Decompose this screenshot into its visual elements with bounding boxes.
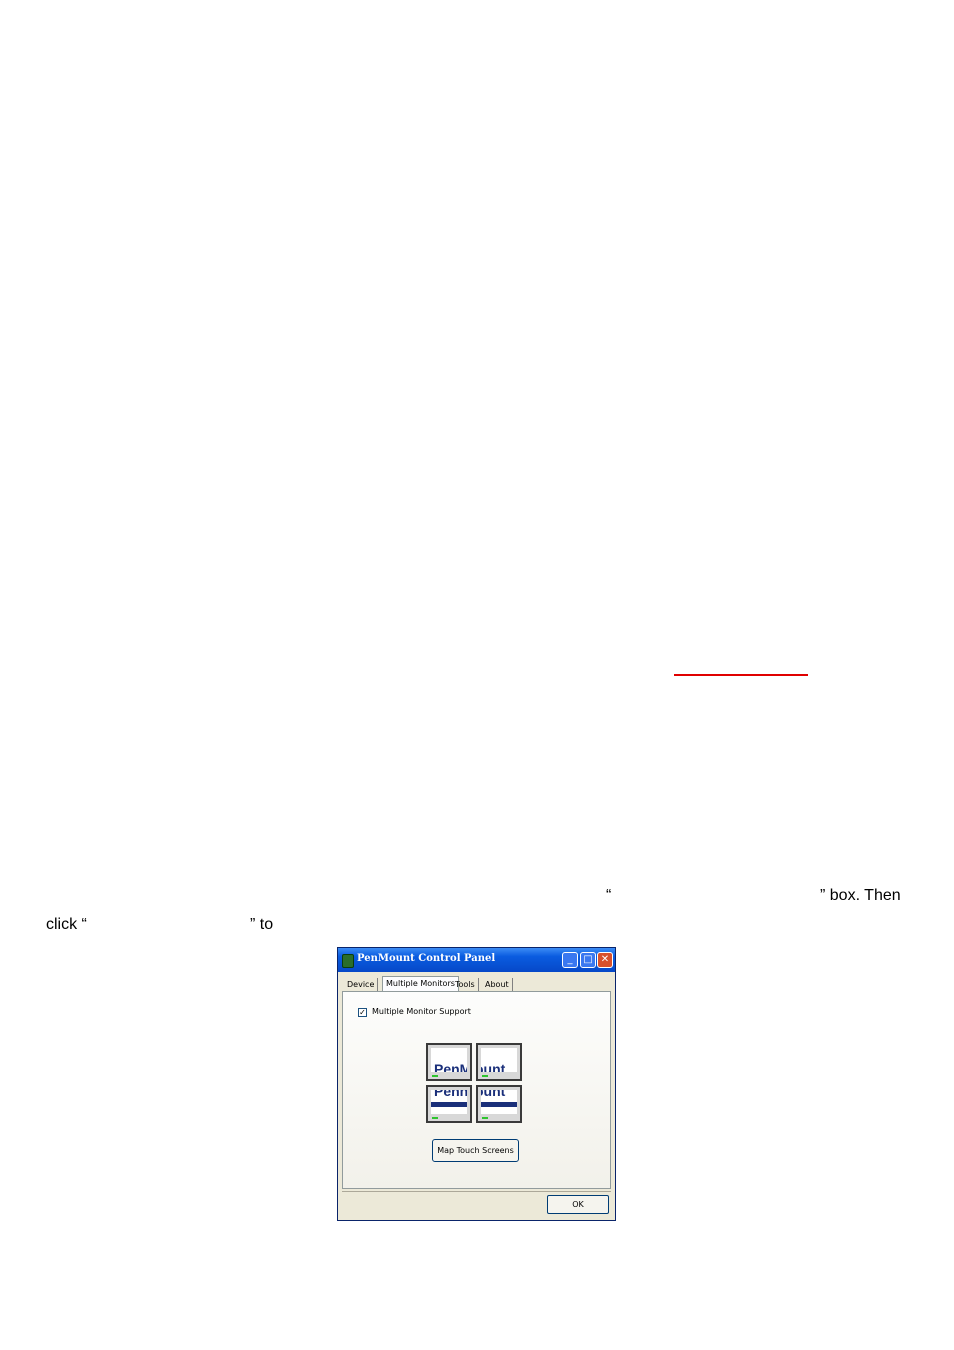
tab-about[interactable]: About [482,978,513,992]
tab-multiple-monitors[interactable]: Multiple Monitors [382,976,459,992]
ok-button[interactable]: OK [547,1195,609,1214]
monitor-top-right-icon: ount [476,1043,522,1081]
close-button[interactable]: ✕ [597,952,613,968]
monitor-bottom-right-icon: ount [476,1085,522,1123]
separator [342,1191,611,1192]
monitor-bottom-left-icon: Penn [426,1085,472,1123]
monitor-top-left-icon: PenM [426,1043,472,1081]
app-icon [342,954,354,968]
line2-tail-text: ” to [250,916,274,933]
tab-panel: ✓ Multiple Monitor Support PenM ount Pen… [342,991,611,1189]
red-underline [674,674,808,676]
window-title: PenMount Control Panel [357,953,496,964]
monitor-layout-image: PenM ount Penn ount [426,1043,524,1126]
multiple-monitor-label[interactable]: Multiple Monitor Support [372,1007,471,1016]
title-bar[interactable]: PenMount Control Panel _ □ ✕ [338,948,615,972]
line1-tail-text: ” box. Then [820,887,901,904]
line2-text: click “ [46,916,87,933]
penmount-control-panel-dialog: PenMount Control Panel _ □ ✕ Device Mult… [337,947,616,1221]
open-quote: “ [606,887,612,904]
minimize-button[interactable]: _ [562,952,578,968]
multiple-monitor-checkbox[interactable]: ✓ [358,1008,367,1017]
tab-device[interactable]: Device [344,978,379,992]
tab-tools[interactable]: Tools [452,978,479,992]
map-touch-screens-button[interactable]: Map Touch Screens [432,1139,519,1162]
maximize-button[interactable]: □ [580,952,596,968]
